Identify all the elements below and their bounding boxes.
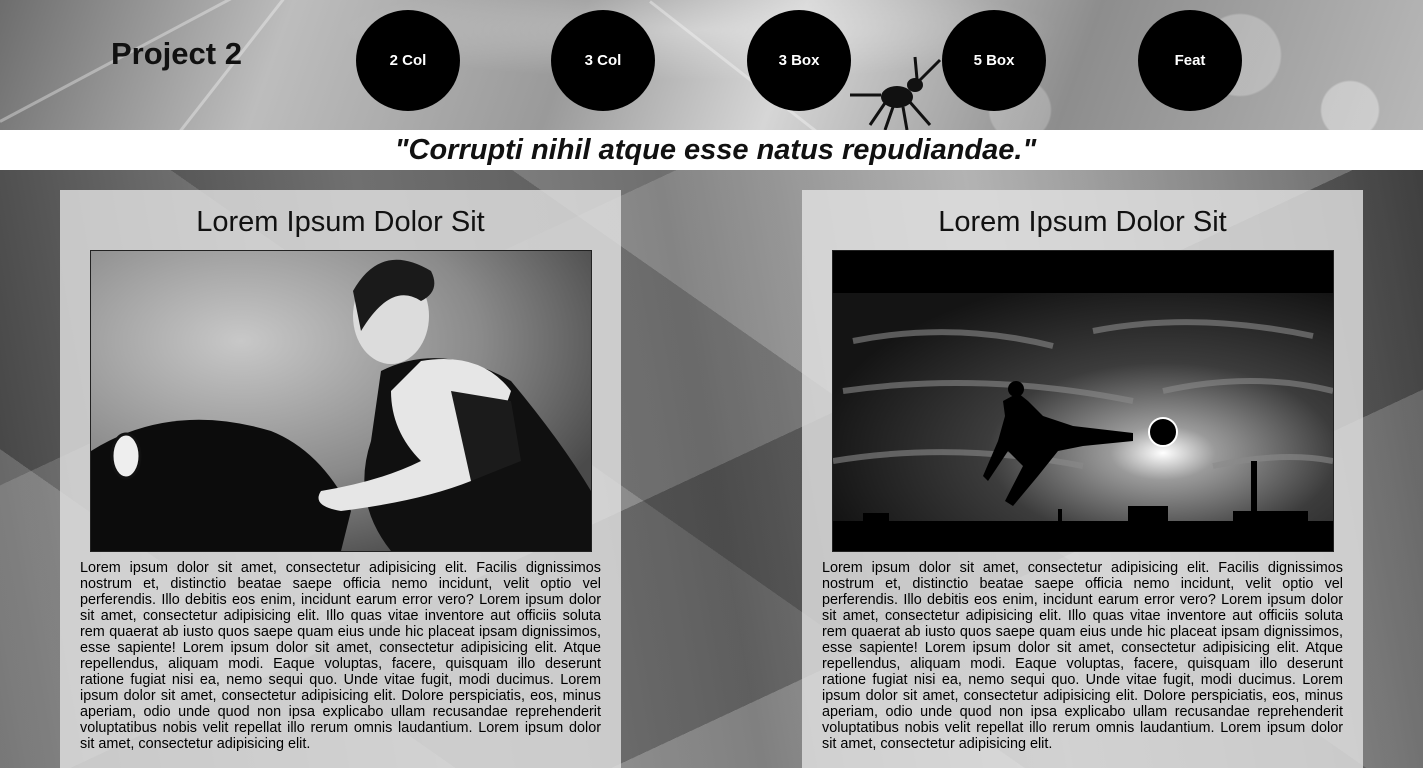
card-title: Lorem Ipsum Dolor Sit (938, 206, 1227, 238)
nav-feat-button[interactable]: Feat (1138, 10, 1242, 111)
main-content: Lorem Ipsum Dolor Sit Lorem ipsum dolor … (0, 170, 1423, 768)
card-body-text: Lorem ipsum dolor sit amet, consectetur … (80, 560, 601, 752)
nav-3box-button[interactable]: 3 Box (747, 10, 851, 111)
insect-silhouette-icon (850, 56, 942, 130)
nav-2col-button[interactable]: 2 Col (356, 10, 460, 111)
quote-bar: "Corrupti nihil atque esse natus repudia… (0, 130, 1423, 170)
site-header: Project 2 2 Col 3 Col 3 Box 5 Box Feat (0, 0, 1423, 130)
site-title[interactable]: Project 2 (111, 36, 242, 72)
content-card: Lorem Ipsum Dolor Sit Lorem ipsum dolor … (60, 190, 621, 768)
soccer-kick-silhouette-photo (832, 250, 1334, 552)
portrait-woman-photo (90, 250, 592, 552)
content-card: Lorem Ipsum Dolor Sit Lorem ipsum dolor … (802, 190, 1363, 768)
card-title: Lorem Ipsum Dolor Sit (196, 206, 485, 238)
card-body-text: Lorem ipsum dolor sit amet, consectetur … (822, 560, 1343, 752)
quote-text: "Corrupti nihil atque esse natus repudia… (394, 133, 1037, 166)
nav-3col-button[interactable]: 3 Col (551, 10, 655, 111)
nav-5box-button[interactable]: 5 Box (942, 10, 1046, 111)
